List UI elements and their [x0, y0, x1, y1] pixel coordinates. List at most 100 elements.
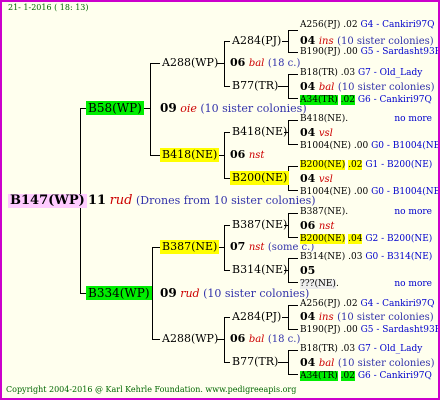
- gen1-bottom-queen[interactable]: B334(WP): [86, 286, 152, 300]
- connector: [288, 305, 289, 330]
- gen4-row: B200(NE) .02 G1 - B200(NE): [300, 159, 432, 172]
- gen4-queen[interactable]: B200(NE): [300, 234, 346, 244]
- gen3-c1-queen[interactable]: B387(NE): [230, 218, 289, 232]
- connector: [288, 166, 298, 167]
- gen4-year: .02: [348, 160, 363, 170]
- gen3-b1-year: 04: [300, 126, 316, 139]
- connector: [288, 213, 298, 214]
- gen4-queen[interactable]: A34(TR): [300, 371, 338, 381]
- gen4-queen[interactable]: B387(NE): [300, 207, 345, 217]
- gen1-top-year: 09: [160, 101, 177, 115]
- gen4-row: B387(NE). no more: [300, 206, 432, 219]
- connector: [288, 237, 298, 238]
- gen4-source: G0 - B314(NE): [365, 252, 433, 262]
- connector: [150, 63, 160, 64]
- gen2-b-queen[interactable]: B418(NE): [160, 148, 220, 162]
- gen3-c2-queen[interactable]: B314(NE): [230, 263, 289, 277]
- connector: [288, 98, 298, 99]
- gen4-queen[interactable]: A256(PJ): [300, 20, 340, 30]
- gen3-d2-code: bal: [318, 358, 335, 369]
- gen4-row: B190(PJ) .00 G5 - Sardasht93R: [300, 46, 438, 59]
- gen4-queen[interactable]: B18(TR): [300, 344, 338, 354]
- gen1-top-code: oie: [180, 102, 197, 115]
- gen4-row: B1004(NE) .00 G0 - B1004(NE): [300, 186, 440, 199]
- gen2-d-queen[interactable]: A288(WP): [160, 332, 220, 346]
- gen4-queen[interactable]: B314(NE): [300, 252, 345, 262]
- gen2-d-year: 06: [230, 332, 246, 345]
- connector: [224, 225, 225, 271]
- gen4-source: no more: [394, 114, 432, 124]
- gen4-queen[interactable]: B18(TR): [300, 68, 338, 78]
- gen2-a-info: 06 bal (18 c.): [230, 56, 300, 70]
- gen2-c-year: 07: [230, 240, 246, 253]
- gen4-row: B200(NE) .04 G2 - B200(NE): [300, 233, 432, 246]
- gen4-queen[interactable]: ???(NE): [300, 279, 336, 289]
- gen3-d2-queen[interactable]: B77(TR): [230, 355, 280, 369]
- gen3-b1-queen[interactable]: B418(NE): [230, 125, 289, 139]
- gen3-d1-note: (10 sister colonies): [337, 312, 434, 323]
- gen4-queen[interactable]: B418(NE): [300, 114, 345, 124]
- gen2-a-year: 06: [230, 56, 246, 69]
- gen1-top-queen[interactable]: B58(WP): [86, 101, 144, 115]
- gen4-row: A34(TR) .02 G6 - Cankiri97Q: [300, 370, 432, 383]
- gen3-b1-info: 04 vsl: [300, 126, 333, 140]
- pedigree-chart: 21- 1-2016 ( 18: 13) B147(WP) 11 rud (Dr…: [0, 0, 440, 400]
- gen4-queen[interactable]: A34(TR): [300, 95, 338, 105]
- connector: [288, 30, 289, 53]
- root-code: rud: [109, 193, 133, 208]
- gen4-row: ???(NE). no more: [300, 278, 432, 291]
- gen1-bottom-note: (10 sister colonies): [203, 287, 310, 300]
- gen4-queen[interactable]: B1004(NE): [300, 141, 351, 151]
- root-queen[interactable]: B147(WP): [8, 194, 87, 208]
- gen1-bottom-year: 09: [160, 286, 177, 300]
- gen3-a2-queen[interactable]: B77(TR): [230, 79, 280, 93]
- connector: [288, 74, 298, 75]
- gen1-top-info: 09 oie (10 sister colonies): [160, 101, 307, 116]
- connector: [288, 144, 298, 145]
- gen4-year: .03: [340, 68, 356, 78]
- gen4-source: no more: [394, 279, 432, 289]
- gen4-row: A34(TR) .02 G6 - Cankiri97Q: [300, 94, 432, 107]
- gen4-queen[interactable]: B190(PJ): [300, 325, 340, 335]
- gen3-b2-code: vsl: [318, 174, 333, 185]
- footer-copyright: Copyright 2004-2016 @ Karl Kehrle Founda…: [6, 385, 297, 394]
- gen3-b2-info: 04 vsl: [300, 172, 333, 186]
- gen3-c1-code: nst: [318, 221, 335, 232]
- gen4-year: .: [345, 114, 349, 124]
- connector: [150, 63, 151, 156]
- gen3-b2-queen[interactable]: B200(NE): [230, 171, 290, 185]
- gen4-queen[interactable]: B200(NE): [300, 160, 346, 170]
- gen4-queen[interactable]: B190(PJ): [300, 47, 340, 57]
- print-date: 21- 1-2016 ( 18: 13): [8, 3, 89, 12]
- connector: [288, 374, 298, 375]
- connector: [224, 41, 225, 87]
- gen1-bottom-info: 09 rud (10 sister colonies): [160, 286, 310, 301]
- gen2-a-code: bal: [248, 58, 265, 69]
- connector: [288, 74, 289, 99]
- gen4-source: G0 - B1004(NE): [371, 141, 440, 151]
- connector: [288, 350, 298, 351]
- gen2-c-queen[interactable]: B387(NE): [160, 240, 220, 254]
- connector: [152, 339, 160, 340]
- gen2-c-code: nst: [248, 242, 265, 253]
- gen4-queen[interactable]: A256(PJ): [300, 299, 340, 309]
- gen4-source: G0 - B1004(NE): [371, 187, 440, 197]
- gen4-source: G4 - Cankiri97Q: [360, 299, 435, 309]
- gen2-d-code: bal: [248, 334, 265, 345]
- gen4-source: G1 - B200(NE): [365, 160, 433, 170]
- gen3-d1-queen[interactable]: A284(PJ): [230, 310, 283, 324]
- gen3-d1-info: 04 ins (10 sister colonies): [300, 310, 434, 324]
- gen2-a-queen[interactable]: A288(WP): [160, 56, 220, 70]
- gen2-d-info: 06 bal (18 c.): [230, 332, 300, 346]
- gen4-queen[interactable]: B1004(NE): [300, 187, 351, 197]
- gen3-d2-year: 04: [300, 356, 316, 369]
- gen4-year: .02: [340, 371, 355, 381]
- connector: [288, 30, 298, 31]
- gen3-a1-queen[interactable]: A284(PJ): [230, 34, 283, 48]
- gen3-c1-info: 06 nst: [300, 219, 334, 233]
- gen4-row: B314(NE) .03 G0 - B314(NE): [300, 251, 432, 264]
- gen3-b1-code: vsl: [318, 128, 333, 139]
- gen3-b2-year: 04: [300, 172, 316, 185]
- root-info: 11 rud (Drones from 10 sister colonies): [88, 194, 316, 207]
- gen4-source: G7 - Old_Lady: [357, 68, 423, 78]
